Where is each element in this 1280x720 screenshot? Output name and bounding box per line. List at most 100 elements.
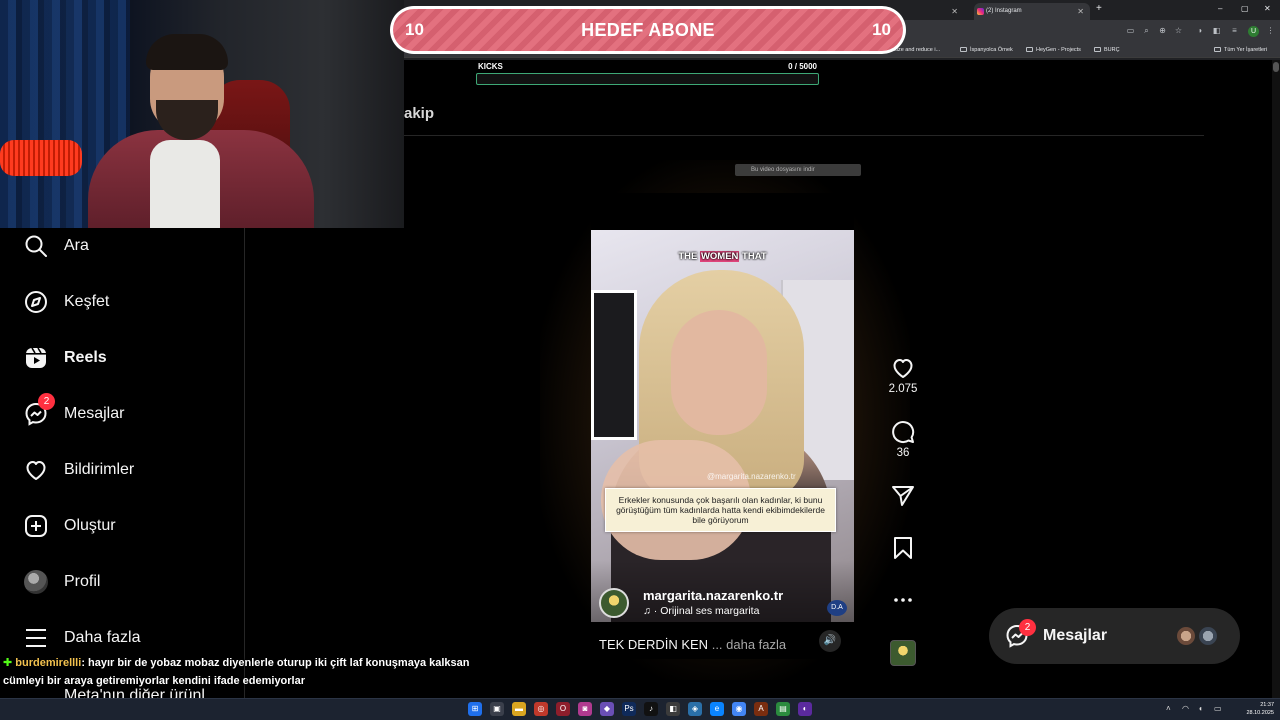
mute-button[interactable]: 🔊 xyxy=(819,630,841,652)
battery-icon[interactable]: ▭ xyxy=(1214,704,1222,713)
windows-start-icon[interactable]: ⊞ xyxy=(468,702,482,716)
obs-icon[interactable]: ◐ xyxy=(798,702,812,716)
following-tab-partial[interactable]: akip xyxy=(404,105,434,122)
like-button[interactable]: 2.075 xyxy=(884,356,922,395)
instagram-icon[interactable]: ◙ xyxy=(578,702,592,716)
chrome-icon[interactable]: ◉ xyxy=(732,702,746,716)
kicks-count: 0 / 5000 xyxy=(788,62,817,71)
wifi-icon[interactable]: ◠ xyxy=(1182,704,1189,713)
wall-frame xyxy=(591,290,637,440)
video-watermark: @margarita.nazarenko.tr xyxy=(707,472,796,481)
maximize-button[interactable]: ▢ xyxy=(1241,4,1249,13)
goal-title: HEDEF ABONE xyxy=(581,20,715,40)
save-button[interactable] xyxy=(884,536,922,560)
more-options-button[interactable] xyxy=(884,588,922,612)
page-scrollbar[interactable] xyxy=(1272,60,1280,700)
edge-icon[interactable]: e xyxy=(710,702,724,716)
profile-icon[interactable]: U xyxy=(1248,26,1259,37)
bookmark-item[interactable]: Tüm Yer İşaretleri xyxy=(1214,44,1267,56)
task-view-icon[interactable]: ▣ xyxy=(490,702,504,716)
sidebar-item-reels[interactable]: Reels xyxy=(24,343,107,373)
plus-square-icon xyxy=(25,515,47,537)
sidebar-item-search[interactable]: Ara xyxy=(24,231,89,261)
zoom-icon[interactable]: ⊕ xyxy=(1158,26,1167,35)
opera-icon[interactable]: O xyxy=(556,702,570,716)
like-count: 2.075 xyxy=(888,383,918,395)
sidebar-item-messages[interactable]: 2 Mesajlar xyxy=(24,393,125,429)
more-link[interactable]: ... daha fazla xyxy=(712,637,786,652)
app-icon[interactable]: ◎ xyxy=(534,702,548,716)
messages-floating-button[interactable]: 2 Mesajlar xyxy=(989,608,1240,664)
download-video-hint[interactable]: Bu video dosyasını indir xyxy=(735,164,861,176)
author-avatar[interactable] xyxy=(599,588,629,618)
heart-icon xyxy=(26,461,46,480)
tiktok-icon[interactable]: ♪ xyxy=(644,702,658,716)
subscriber-goal-banner: 10 HEDEF ABONE 10 xyxy=(390,6,906,54)
send-icon xyxy=(892,486,914,506)
share-button[interactable] xyxy=(884,484,922,508)
reel-author-row: margarita.nazarenko.tr ♫ · Orijinal ses … xyxy=(599,588,849,622)
sidebar-item-notifications[interactable]: Bildirimler xyxy=(24,455,134,485)
audio-info[interactable]: ♫ · Orijinal ses margarita xyxy=(643,605,793,617)
instagram-sidebar: Ara Keşfet Reels 2 Mesajlar Bildirimler … xyxy=(0,228,245,698)
extension-icon[interactable]: ◧ xyxy=(1212,26,1221,35)
photoshop-icon[interactable]: Ps xyxy=(622,702,636,716)
speaker-icon: 🔊 xyxy=(823,635,837,646)
sidebar-item-more[interactable]: Daha fazla xyxy=(24,623,141,653)
sidebar-item-label: Oluştur xyxy=(64,517,116,534)
sidebar-item-create[interactable]: Oluştur xyxy=(24,511,116,541)
menu-icon[interactable]: ≡ xyxy=(1230,26,1239,35)
cast-icon[interactable]: ▭ xyxy=(1126,26,1135,35)
instagram-icon xyxy=(977,8,984,15)
close-window-button[interactable]: ✕ xyxy=(1264,4,1271,13)
more-icon[interactable]: ⋮ xyxy=(1266,26,1275,35)
file-explorer-icon[interactable]: ▬ xyxy=(512,702,526,716)
clock-time: 21:37 xyxy=(1260,702,1274,708)
tab-instagram[interactable]: (2) Instagram ✕ xyxy=(974,3,1090,20)
volume-icon[interactable]: ◖ xyxy=(1198,704,1203,713)
search-icon[interactable]: ⌕ xyxy=(1142,26,1151,35)
sidebar-item-profile[interactable]: Profil xyxy=(24,567,100,597)
reel-video-frame[interactable]: THE WOMEN THAT @margarita.nazarenko.tr E… xyxy=(591,230,854,622)
sidebar-item-label: Profil xyxy=(64,573,101,590)
reel-caption[interactable]: TEK DERDİN KEN ... daha fazla xyxy=(599,637,786,652)
new-tab-button[interactable]: + xyxy=(1096,3,1102,14)
bookmark-item[interactable]: İspanyolca Örnek xyxy=(960,44,1013,56)
app-icon[interactable]: ◈ xyxy=(688,702,702,716)
scrollbar-thumb[interactable] xyxy=(1273,62,1279,72)
close-icon[interactable]: ✕ xyxy=(1077,3,1084,20)
brand-logo: D.A xyxy=(827,600,847,616)
webcam-overlay xyxy=(0,0,404,228)
avatar xyxy=(1197,625,1219,647)
reels-icon xyxy=(26,347,46,368)
audio-thumbnail[interactable] xyxy=(890,640,916,666)
search-icon xyxy=(25,235,47,257)
author-username[interactable]: margarita.nazarenko.tr xyxy=(643,588,783,603)
app-icon[interactable]: A xyxy=(754,702,768,716)
sidebar-item-label: Mesajlar xyxy=(64,405,125,422)
star-icon[interactable]: ☆ xyxy=(1174,26,1183,35)
chevron-up-icon[interactable]: ˄ xyxy=(1166,704,1171,713)
speaker-icon[interactable]: ◗ xyxy=(1196,26,1205,35)
notification-badge: 2 xyxy=(38,393,55,410)
microphone xyxy=(0,140,82,176)
chat-username: burdemirellli xyxy=(15,657,82,669)
system-clock[interactable]: 21:37 28.10.2025 xyxy=(1238,701,1274,717)
bookmark-item[interactable]: HeyGen - Projects xyxy=(1026,44,1081,56)
minimize-button[interactable]: – xyxy=(1218,4,1222,13)
streamer-shirt xyxy=(150,140,220,228)
app-icon[interactable]: ◆ xyxy=(600,702,614,716)
goal-bar: 10 HEDEF ABONE 10 xyxy=(393,9,903,51)
sidebar-item-explore[interactable]: Keşfet xyxy=(24,287,109,317)
bookmark-item[interactable]: BURÇ xyxy=(1094,44,1120,56)
close-icon[interactable]: ✕ xyxy=(951,3,958,20)
app-icon[interactable]: ◧ xyxy=(666,702,680,716)
kicks-label: KICKS xyxy=(478,62,503,71)
compass-icon xyxy=(25,291,47,313)
comment-icon xyxy=(892,421,915,444)
app-icon[interactable]: ▤ xyxy=(776,702,790,716)
comment-button[interactable]: 36 xyxy=(884,420,922,459)
reel-player[interactable]: THE WOMEN THAT @margarita.nazarenko.tr E… xyxy=(591,193,854,659)
bookmark-icon xyxy=(894,537,912,559)
kick-badge-icon: ✚ xyxy=(3,657,16,669)
